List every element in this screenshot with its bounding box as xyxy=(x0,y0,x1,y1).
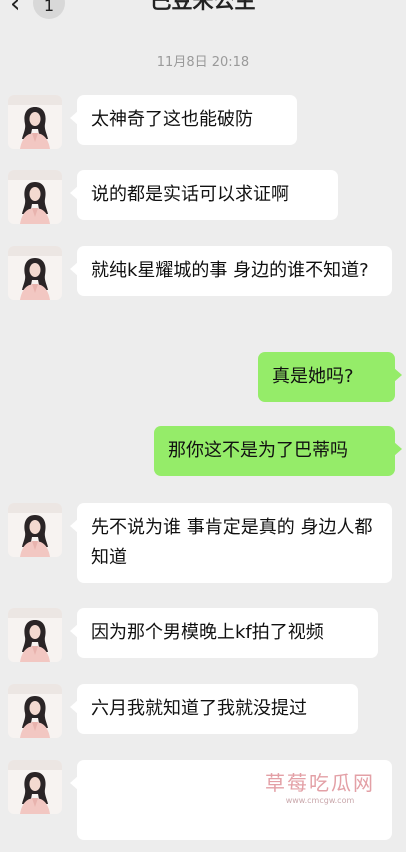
watermark-url: www.cmcgw.com xyxy=(285,796,355,805)
contact-avatar[interactable] xyxy=(8,246,62,300)
message-bubble[interactable]: 就纯k星耀城的事 身边的谁不知道? xyxy=(70,246,392,296)
message-bubble[interactable]: 先不说为谁 事肯定是真的 身边人都知道 xyxy=(70,503,392,583)
chat-title: 巴豆米公主 xyxy=(150,0,256,13)
contact-avatar[interactable] xyxy=(8,170,62,224)
message-text: 那你这不是为了巴蒂吗 xyxy=(168,440,348,461)
message-bubble[interactable]: 那你这不是为了巴蒂吗 xyxy=(154,426,402,476)
contact-avatar[interactable] xyxy=(8,95,62,149)
message-bubble[interactable]: 因为那个男模晚上kf拍了视频 xyxy=(70,608,378,658)
message-bubble[interactable]: 真是她吗? xyxy=(258,352,402,402)
site-watermark: 草莓吃瓜网 www.cmcgw.com xyxy=(250,770,390,806)
watermark-title: 草莓吃瓜网 xyxy=(265,771,375,795)
message-text: 六月我就知道了我就没提过 xyxy=(91,698,307,719)
contact-avatar[interactable] xyxy=(8,760,62,814)
contact-avatar[interactable] xyxy=(8,684,62,738)
message-text: 说的都是实话可以求证啊 xyxy=(91,184,289,205)
chat-header: ‹ 1 巴豆米公主 xyxy=(0,0,406,30)
contact-avatar[interactable] xyxy=(8,503,62,557)
message-text: 真是她吗? xyxy=(272,366,354,387)
message-bubble[interactable]: 说的都是实话可以求证啊 xyxy=(70,170,338,220)
message-bubble[interactable]: 六月我就知道了我就没提过 xyxy=(70,684,358,734)
message-text: 就纯k星耀城的事 身边的谁不知道? xyxy=(91,260,369,281)
message-text: 因为那个男模晚上kf拍了视频 xyxy=(91,622,324,643)
message-bubble[interactable]: 太神奇了这也能破防 xyxy=(70,95,297,145)
message-timestamp: 11月8日 20:18 xyxy=(156,55,250,70)
message-text: 太神奇了这也能破防 xyxy=(91,109,253,130)
contact-avatar[interactable] xyxy=(8,608,62,662)
message-text: 先不说为谁 事肯定是真的 身边人都知道 xyxy=(91,517,373,568)
